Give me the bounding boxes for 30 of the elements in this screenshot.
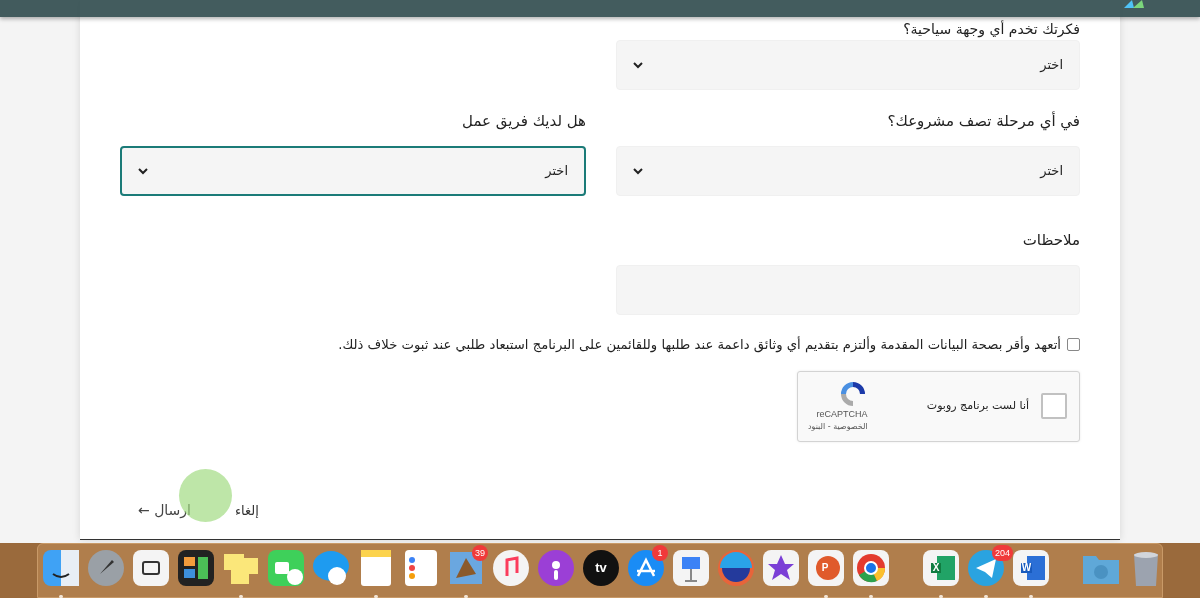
captcha-checkbox[interactable] (1041, 393, 1067, 420)
captcha-brand: reCAPTCHA (816, 407, 868, 421)
app-letter: tv (594, 561, 608, 574)
app-icon[interactable]: X (921, 548, 961, 588)
logo-icon (1124, 0, 1144, 8)
field-label: فكرتك تخدم أي وجهة سياحية؟ (902, 19, 1080, 37)
chevron-down-icon (633, 61, 643, 69)
dropdown[interactable]: اختر (616, 40, 1080, 90)
app-letter: X (931, 563, 941, 573)
chevron-down-icon (138, 167, 148, 175)
captcha-links[interactable]: الخصوصية - البنود (808, 421, 868, 434)
submit-button[interactable]: ارسال ← (138, 499, 191, 521)
notification-badge: 204 (992, 545, 1014, 561)
app-icon[interactable]: tv (581, 548, 621, 588)
chevron-down-icon (633, 167, 643, 175)
captcha-label: أنا لست برنامج روبوت (926, 398, 1029, 415)
field-label: في أي مرحلة تصف مشروعك؟ (886, 110, 1080, 132)
field-label: هل لديك فريق عمل (461, 111, 586, 132)
dropdown[interactable]: اختر (120, 146, 586, 196)
notification-badge: 39 (472, 545, 488, 561)
checkbox[interactable] (1067, 338, 1080, 352)
app-icon[interactable]: P (806, 548, 846, 588)
notification-badge: 1 (652, 545, 668, 561)
app-icon[interactable]: W (1011, 548, 1051, 588)
field-label: ملاحظات (1021, 230, 1080, 251)
pledge-text: أتعهد وأقر بصحة البيانات المقدمة وألتزم بتقديم أي وثائق داعمة عند طلبها وللقائمين على البرنامج استبعاد طلبي عند ثبوت خلاف ذلك. (338, 335, 1061, 355)
app-letter: W (1021, 563, 1032, 573)
app-letter: P (820, 563, 830, 573)
cancel-button[interactable]: إلغاء (235, 500, 259, 521)
dropdown[interactable]: اختر (616, 146, 1080, 196)
